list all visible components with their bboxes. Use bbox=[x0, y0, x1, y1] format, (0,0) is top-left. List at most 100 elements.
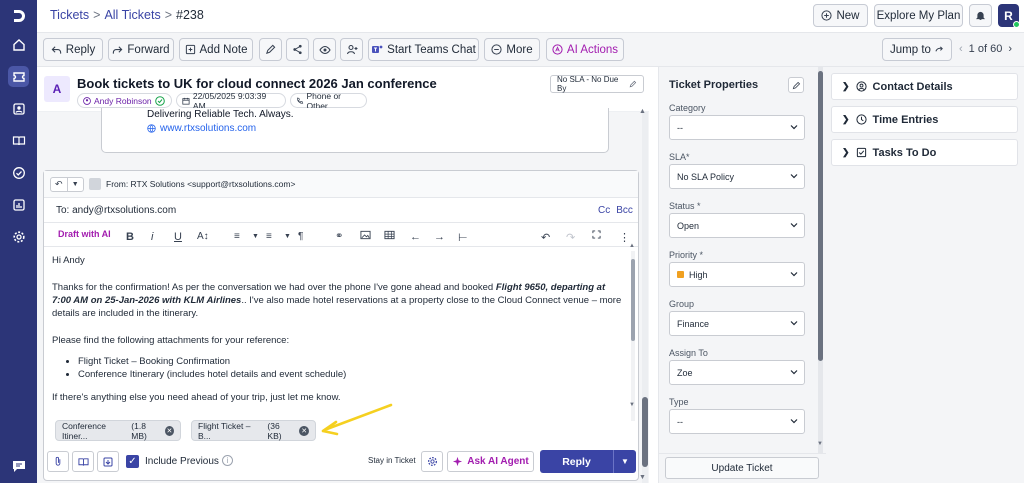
bold-icon[interactable]: B bbox=[126, 231, 134, 243]
properties-scrollbar[interactable] bbox=[818, 67, 823, 453]
conversation-scrollbar-thumb[interactable] bbox=[642, 397, 648, 467]
cc-link[interactable]: Cc bbox=[598, 205, 610, 216]
prev-ticket-icon[interactable]: ‹ bbox=[959, 43, 963, 55]
editor-body[interactable]: Hi Andy Thanks for the confirmation! As … bbox=[52, 254, 624, 404]
numbered-list-icon[interactable]: ≡ bbox=[234, 231, 240, 242]
italic-icon[interactable]: i bbox=[151, 231, 153, 243]
scroll-up-icon[interactable]: ▲ bbox=[639, 108, 646, 115]
reply-toolbar-button[interactable]: Reply bbox=[43, 38, 103, 61]
jump-to-button[interactable]: Jump to bbox=[882, 38, 952, 61]
ai-actions-button[interactable]: AI Actions bbox=[546, 38, 624, 61]
redo-icon[interactable]: ↷ bbox=[566, 231, 575, 244]
notifications-button[interactable] bbox=[969, 4, 992, 27]
attach-file-button[interactable] bbox=[47, 451, 69, 472]
add-user-button[interactable] bbox=[340, 38, 363, 61]
requester-chip[interactable]: Andy Robinson bbox=[77, 93, 172, 108]
chat-icon[interactable] bbox=[8, 455, 29, 476]
chevron-down-icon[interactable]: ▼ bbox=[252, 233, 259, 240]
editor-scrollbar[interactable] bbox=[631, 251, 635, 421]
breadcrumb-tickets[interactable]: Tickets bbox=[50, 8, 89, 22]
insert-canned-button[interactable] bbox=[97, 451, 119, 472]
avatar-letter: R bbox=[1004, 8, 1013, 23]
sla-due-button[interactable]: No SLA - No Due By bbox=[550, 75, 644, 93]
chevron-down-icon[interactable]: ▼ bbox=[284, 233, 291, 240]
include-previous-checkbox[interactable]: ✓ bbox=[126, 455, 139, 468]
add-note-button[interactable]: Add Note bbox=[179, 38, 253, 61]
status-select[interactable]: Open bbox=[669, 213, 805, 238]
outdent-icon[interactable]: ← bbox=[410, 231, 421, 243]
reply-options-chevron-icon[interactable]: ▼ bbox=[614, 450, 636, 473]
conversation-scrollbar[interactable] bbox=[642, 112, 648, 483]
info-icon[interactable]: i bbox=[222, 455, 233, 466]
tasks-to-do-panel[interactable]: ❯ Tasks To Do bbox=[831, 139, 1018, 166]
bullet-list-icon[interactable]: ≡ bbox=[266, 231, 272, 242]
forward-button[interactable]: Forward bbox=[108, 38, 174, 61]
forward-label: Forward bbox=[127, 43, 170, 56]
signature-website-link[interactable]: www.rtxsolutions.com bbox=[147, 123, 256, 134]
new-button[interactable]: New bbox=[813, 4, 868, 27]
settings-icon[interactable] bbox=[8, 226, 29, 247]
paragraph-icon[interactable]: ¶ bbox=[298, 231, 303, 242]
underline-icon[interactable]: U bbox=[174, 231, 182, 243]
ai-icon bbox=[552, 44, 563, 55]
fullscreen-icon[interactable] bbox=[592, 230, 601, 239]
share-button[interactable] bbox=[286, 38, 309, 61]
category-select[interactable]: -- bbox=[669, 115, 805, 140]
font-size-icon[interactable]: A↕ bbox=[197, 231, 209, 242]
update-ticket-button[interactable]: Update Ticket bbox=[665, 457, 819, 479]
jump-icon bbox=[935, 46, 943, 52]
time-entries-panel[interactable]: ❯ Time Entries bbox=[831, 106, 1018, 133]
logo-icon[interactable] bbox=[8, 5, 29, 26]
editor-scrollbar-thumb[interactable] bbox=[631, 259, 635, 341]
link-icon[interactable]: ⚭ bbox=[335, 231, 343, 242]
type-select[interactable]: -- bbox=[669, 409, 805, 434]
watch-button[interactable] bbox=[313, 38, 336, 61]
user-icon bbox=[83, 96, 91, 105]
scroll-up-icon[interactable]: ▲ bbox=[629, 243, 635, 249]
properties-scrollbar-thumb[interactable] bbox=[818, 71, 823, 361]
reply-send-button[interactable]: Reply bbox=[540, 450, 614, 473]
insert-icon[interactable]: ⊢ bbox=[458, 231, 468, 244]
edit-properties-button[interactable] bbox=[788, 77, 804, 93]
priority-select[interactable]: High bbox=[669, 262, 805, 287]
contact-details-label: Contact Details bbox=[872, 80, 953, 93]
draft-with-ai-button[interactable]: Draft with AI bbox=[58, 229, 111, 239]
attachment-chip[interactable]: Flight Ticket – B... (36 KB) ✕ bbox=[191, 420, 316, 441]
contact-details-panel[interactable]: ❯ Contact Details bbox=[831, 73, 1018, 100]
sla-select[interactable]: No SLA Policy bbox=[669, 164, 805, 189]
tasks-icon[interactable] bbox=[8, 162, 29, 183]
reply-type-dropdown[interactable]: ↶ ▼ bbox=[50, 177, 84, 192]
scroll-down-icon[interactable]: ▼ bbox=[629, 402, 635, 408]
breadcrumb-all-tickets[interactable]: All Tickets bbox=[104, 8, 160, 22]
reports-icon[interactable] bbox=[8, 194, 29, 215]
more-button[interactable]: More bbox=[484, 38, 540, 61]
indent-icon[interactable]: → bbox=[434, 231, 445, 243]
image-icon[interactable] bbox=[360, 230, 371, 240]
undo-icon[interactable]: ↶ bbox=[541, 231, 550, 244]
to-address[interactable]: To: andy@rtxsolutions.com bbox=[56, 205, 176, 216]
contacts-icon[interactable] bbox=[8, 98, 29, 119]
edit-button[interactable] bbox=[259, 38, 282, 61]
attachment-chip[interactable]: Conference Itiner... (1.8 MB) ✕ bbox=[55, 420, 181, 441]
home-icon[interactable] bbox=[8, 34, 29, 55]
ask-ai-agent-button[interactable]: Ask AI Agent bbox=[447, 451, 534, 472]
bcc-link[interactable]: Bcc bbox=[616, 205, 633, 216]
group-select[interactable]: Finance bbox=[669, 311, 805, 336]
scroll-down-icon[interactable]: ▼ bbox=[817, 441, 823, 447]
ticket-toolbar: Reply Forward Add Note Start Teams Chat … bbox=[37, 33, 1024, 67]
insert-article-button[interactable] bbox=[72, 451, 94, 472]
teams-chat-button[interactable]: Start Teams Chat bbox=[368, 38, 479, 61]
next-ticket-icon[interactable]: › bbox=[1008, 43, 1012, 55]
table-icon[interactable] bbox=[384, 230, 395, 240]
remove-attachment-icon[interactable]: ✕ bbox=[299, 425, 309, 436]
assign-to-select[interactable]: Zoe bbox=[669, 360, 805, 385]
add-note-label: Add Note bbox=[199, 43, 248, 56]
remove-attachment-icon[interactable]: ✕ bbox=[164, 425, 174, 436]
add-user-icon bbox=[346, 44, 357, 55]
knowledge-base-icon[interactable] bbox=[8, 130, 29, 151]
scroll-down-icon[interactable]: ▼ bbox=[639, 474, 646, 481]
explore-plan-button[interactable]: Explore My Plan bbox=[874, 4, 963, 27]
reply-settings-button[interactable] bbox=[421, 451, 443, 472]
tickets-icon[interactable] bbox=[8, 66, 29, 87]
paragraph-1: Thanks for the confirmation! As per the … bbox=[52, 281, 624, 320]
